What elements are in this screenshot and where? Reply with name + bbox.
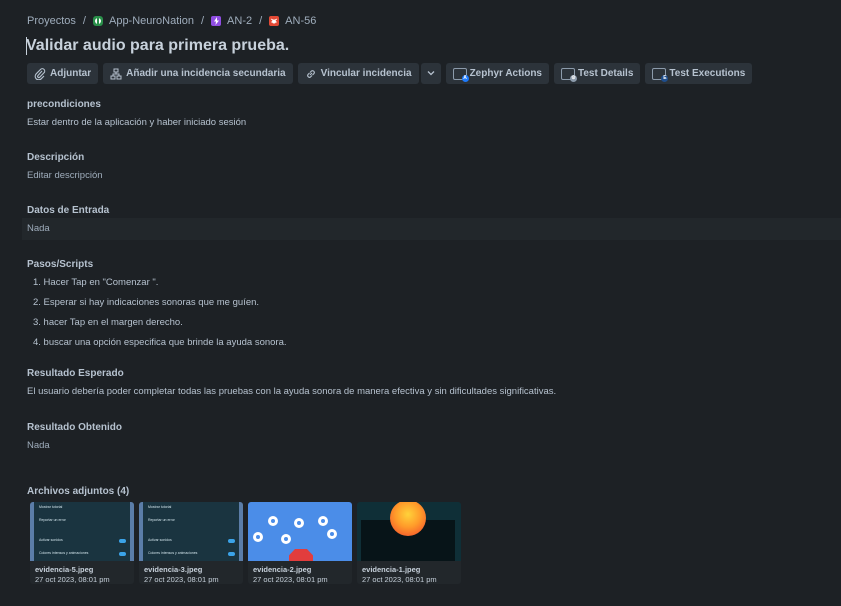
list-item: 1. Hacer Tap en "Comenzar ". — [33, 277, 159, 288]
epic-icon — [211, 16, 222, 26]
issue-toolbar: Adjuntar Añadir una incidencia secundari… — [27, 63, 753, 84]
list-item: 3. hacer Tap en el margen derecho. — [33, 317, 183, 328]
attachment-date: 27 oct 2023, 08:01 pm — [362, 575, 437, 584]
breadcrumb-project[interactable]: App-NeuroNation — [92, 15, 194, 27]
attachment-thumbnail — [248, 502, 352, 561]
breadcrumb: Proyectos / App-NeuroNation / AN-2 / AN-… — [27, 13, 316, 29]
input-data-box[interactable] — [22, 218, 841, 240]
paperclip-icon — [34, 67, 46, 80]
test-executions-icon: E — [652, 67, 669, 82]
issue-view: Proyectos / App-NeuroNation / AN-2 / AN-… — [0, 0, 841, 606]
attachment-thumbnail: Mostrar tutorial Reportar un error Activ… — [30, 502, 134, 561]
link-icon — [305, 68, 317, 80]
steps-list[interactable]: 1. Hacer Tap en "Comenzar ". 2. Esperar … — [33, 276, 287, 356]
attach-button[interactable]: Adjuntar — [27, 63, 99, 84]
add-child-issue-button[interactable]: Añadir una incidencia secundaria — [103, 63, 293, 84]
steps-label: Pasos/Scripts — [27, 259, 94, 270]
input-data-label: Datos de Entrada — [27, 205, 110, 216]
test-details-icon: ⚙ — [561, 67, 577, 82]
test-details-button[interactable]: ⚙ Test Details — [554, 63, 641, 84]
breadcrumb-separator: / — [200, 15, 205, 27]
attachment-card[interactable]: Mostrar tutorial Reportar un error Activ… — [139, 502, 243, 584]
list-item: 4. buscar una opción especifica que brin… — [33, 337, 287, 348]
breadcrumb-epic-label[interactable]: AN-2 — [227, 15, 252, 27]
expected-result-value[interactable]: El usuario debería poder completar todas… — [27, 386, 556, 397]
expected-result-label: Resultado Esperado — [27, 368, 124, 379]
attachment-card[interactable]: evidencia-2.jpeg 27 oct 2023, 08:01 pm — [248, 502, 352, 584]
breadcrumb-projects-label[interactable]: Proyectos — [27, 15, 76, 27]
attachment-date: 27 oct 2023, 08:01 pm — [144, 575, 219, 584]
link-issue-group: Vincular incidencia — [297, 63, 441, 84]
attachment-card[interactable]: evidencia-1.jpeg 27 oct 2023, 08:01 pm — [357, 502, 461, 584]
zephyr-actions-button[interactable]: A Zephyr Actions — [445, 63, 549, 84]
obtained-result-value[interactable]: Nada — [27, 440, 50, 451]
project-icon — [92, 16, 103, 26]
breadcrumb-separator: / — [82, 15, 86, 27]
issue-title[interactable]: Validar audio para primera prueba. — [26, 35, 289, 57]
list-item: 2. Esperar si hay indicaciones sonoras q… — [33, 297, 260, 308]
attachment-date: 27 oct 2023, 08:01 pm — [35, 575, 110, 584]
add-child-issue-label: Añadir una incidencia secundaria — [126, 68, 286, 79]
attach-label: Adjuntar — [50, 68, 92, 79]
attachments-label: Archivos adjuntos (4) — [27, 486, 130, 497]
description-label: Descripción — [27, 152, 85, 163]
breadcrumb-epic[interactable]: AN-2 — [211, 15, 252, 27]
zephyr-actions-icon: A — [452, 67, 469, 82]
breadcrumb-issue[interactable]: AN-56 — [269, 15, 316, 27]
thumbnail-text: Reportar un error — [148, 518, 175, 522]
thumbnail-text: Activar sonidos — [39, 538, 63, 542]
thumbnail-text: Mostrar tutorial — [148, 505, 172, 509]
test-executions-label: Test Executions — [669, 68, 746, 79]
breadcrumb-issue-label[interactable]: AN-56 — [285, 15, 316, 27]
preconditions-label: precondiciones — [27, 99, 101, 110]
input-data-value[interactable]: Nada — [27, 223, 50, 234]
breadcrumb-project-label[interactable]: App-NeuroNation — [109, 15, 194, 27]
thumbnail-text: Reportar un error — [39, 518, 66, 522]
bug-icon — [269, 16, 280, 26]
attachments-list: Mostrar tutorial Reportar un error Activ… — [30, 502, 461, 584]
attachment-thumbnail — [357, 502, 461, 561]
attachment-card[interactable]: Mostrar tutorial Reportar un error Activ… — [30, 502, 134, 584]
link-issue-label: Vincular incidencia — [320, 68, 412, 79]
zephyr-badge-icon: A — [461, 74, 469, 82]
attachment-thumbnail: Mostrar tutorial Reportar un error Activ… — [139, 502, 243, 561]
preconditions-value[interactable]: Estar dentro de la aplicación y haber in… — [27, 117, 246, 128]
thumbnail-text: Colores intensos y animaciones — [39, 551, 89, 555]
attachment-date: 27 oct 2023, 08:01 pm — [253, 575, 328, 584]
execution-badge-icon: E — [661, 74, 669, 82]
attachment-name: evidencia-3.jpeg — [144, 565, 203, 574]
zephyr-actions-label: Zephyr Actions — [469, 68, 542, 79]
attachment-name: evidencia-5.jpeg — [35, 565, 94, 574]
gear-badge-icon: ⚙ — [570, 74, 577, 82]
thumbnail-text: Colores intensos y animaciones — [148, 551, 198, 555]
breadcrumb-separator: / — [259, 15, 263, 27]
obtained-result-label: Resultado Obtenido — [27, 422, 122, 433]
link-issue-dropdown[interactable] — [420, 63, 441, 84]
description-editor[interactable]: Editar descripción — [27, 170, 103, 181]
attachment-name: evidencia-1.jpeg — [362, 565, 421, 574]
thumbnail-text: Activar sonidos — [148, 538, 172, 542]
attachment-name: evidencia-2.jpeg — [253, 565, 312, 574]
hierarchy-icon — [110, 68, 122, 80]
test-details-label: Test Details — [578, 68, 634, 79]
test-executions-button[interactable]: E Test Executions — [645, 63, 753, 84]
thumbnail-text: Mostrar tutorial — [39, 505, 63, 509]
breadcrumb-projects[interactable]: Proyectos — [27, 15, 76, 27]
chevron-down-icon — [427, 68, 435, 79]
link-issue-button[interactable]: Vincular incidencia — [297, 63, 419, 84]
